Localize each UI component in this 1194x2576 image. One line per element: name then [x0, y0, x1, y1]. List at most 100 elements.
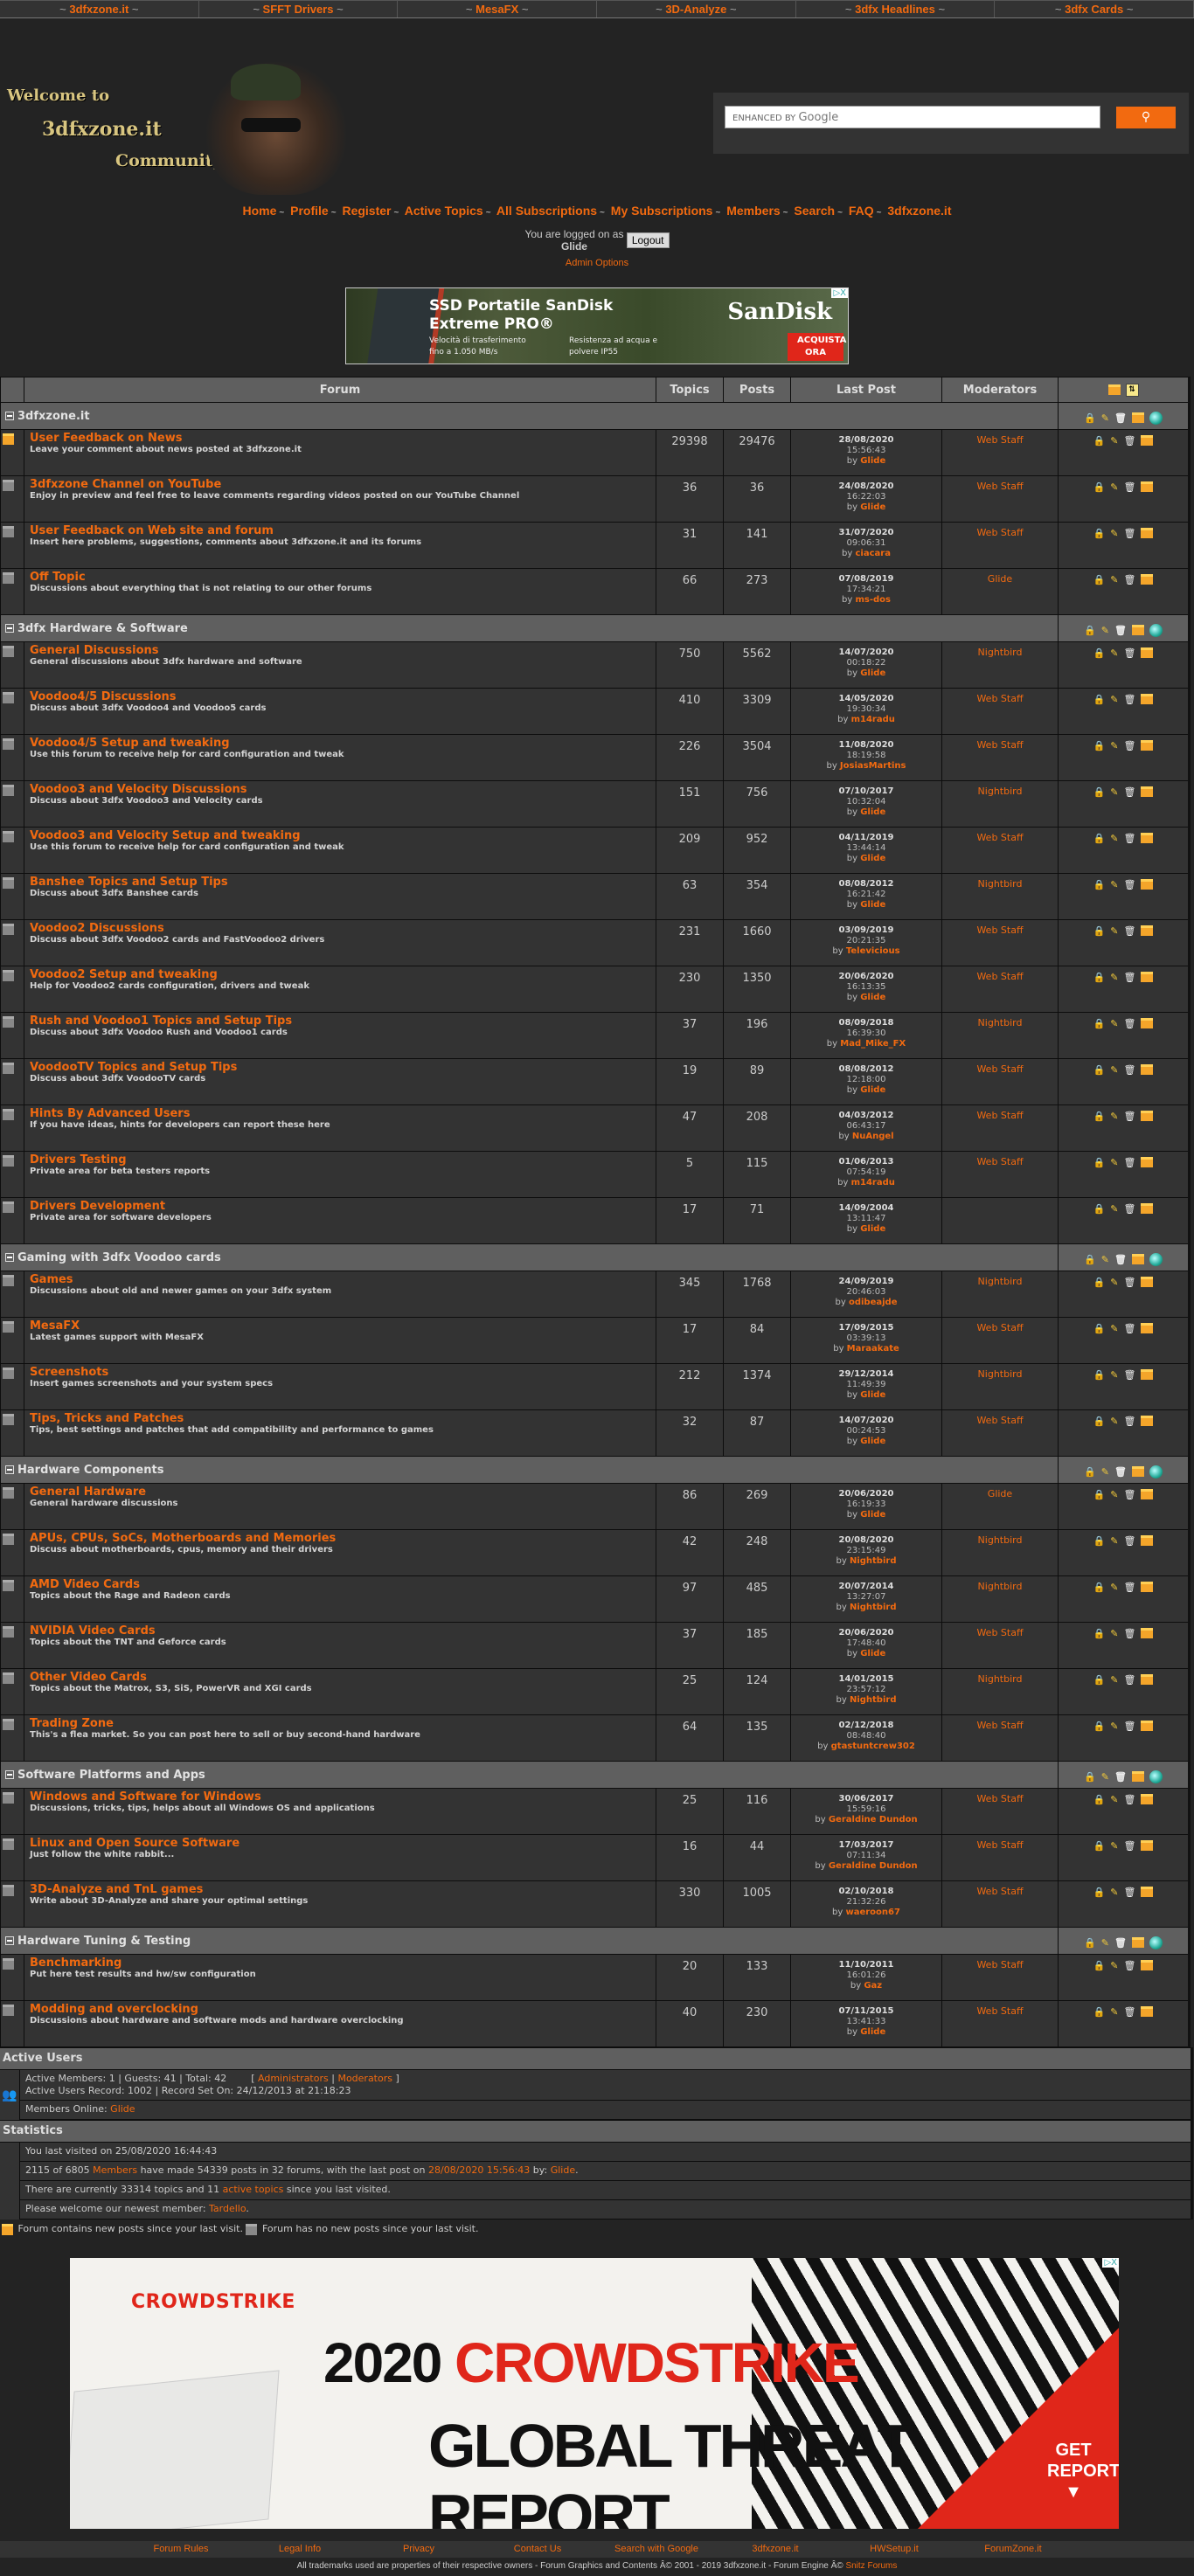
- last-post-author[interactable]: odibeajde: [849, 1298, 898, 1307]
- edit-icon[interactable]: ✎: [1110, 1369, 1118, 1381]
- forum-title-link[interactable]: Modding and overclocking: [30, 2003, 650, 2016]
- top-nav-item[interactable]: ~ 3dfx Cards ~: [995, 1, 1194, 17]
- top-nav-item[interactable]: ~ 3D-Analyze ~: [597, 1, 796, 17]
- category-link[interactable]: 3dfx Hardware & Software: [17, 622, 188, 635]
- lock-icon[interactable]: 🔒: [1093, 786, 1106, 798]
- footer-link[interactable]: Privacy: [359, 2541, 478, 2558]
- last-post-author[interactable]: Nightbird: [850, 1603, 897, 1612]
- delete-icon[interactable]: 🗑: [1123, 1721, 1135, 1732]
- delete-icon[interactable]: 🗑: [1123, 833, 1135, 844]
- new-folder-icon[interactable]: [1141, 1628, 1154, 1638]
- collapse-icon[interactable]: [5, 412, 14, 420]
- edit-icon[interactable]: ✎: [1110, 879, 1118, 890]
- forum-title-link[interactable]: Voodoo3 and Velocity Setup and tweaking: [30, 829, 650, 842]
- globe-icon[interactable]: [1149, 1769, 1163, 1783]
- forum-title-link[interactable]: Screenshots: [30, 1366, 650, 1379]
- new-folder-icon[interactable]: [1141, 1674, 1154, 1685]
- edit-icon[interactable]: ✎: [1110, 528, 1118, 539]
- top-nav-item[interactable]: ~ 3dfx Headlines ~: [796, 1, 996, 17]
- edit-icon[interactable]: ✎: [1110, 1157, 1118, 1168]
- forum-title-link[interactable]: Drivers Development: [30, 1200, 650, 1213]
- last-post-author[interactable]: Geraldine Dundon: [829, 1815, 918, 1825]
- last-post-author[interactable]: Glide: [860, 1510, 885, 1520]
- delete-icon[interactable]: 🗑: [1123, 481, 1135, 493]
- lock-icon[interactable]: 🔒: [1093, 1721, 1106, 1732]
- delete-icon[interactable]: 🗑: [1123, 1794, 1135, 1805]
- top-nav-item[interactable]: ~ SFFT Drivers ~: [199, 1, 399, 17]
- delete-icon[interactable]: 🗑: [1123, 1628, 1135, 1639]
- new-folder-icon[interactable]: [1141, 1111, 1154, 1121]
- edit-icon[interactable]: ✎: [1110, 1489, 1118, 1500]
- moderator-link[interactable]: Web Staff: [976, 1627, 1023, 1638]
- moderator-link[interactable]: Web Staff: [976, 924, 1023, 936]
- new-folder-icon[interactable]: [1141, 528, 1154, 538]
- globe-icon[interactable]: [1149, 1252, 1163, 1266]
- edit-icon[interactable]: ✎: [1110, 1111, 1118, 1122]
- edit-icon[interactable]: ✎: [1110, 786, 1118, 798]
- globe-icon[interactable]: [1149, 1465, 1163, 1478]
- delete-icon[interactable]: 🗑: [1123, 647, 1135, 659]
- delete-icon[interactable]: 🗑: [1123, 1369, 1135, 1381]
- last-post-author[interactable]: Glide: [860, 807, 885, 817]
- forum-title-link[interactable]: MesaFX: [30, 1319, 650, 1333]
- moderator-link[interactable]: Nightbird: [978, 1581, 1023, 1592]
- moderator-link[interactable]: Web Staff: [976, 2005, 1023, 2017]
- last-post-author[interactable]: Glide: [860, 2027, 885, 2037]
- moderator-link[interactable]: Nightbird: [978, 1534, 1023, 1546]
- last-post-author[interactable]: Glide: [860, 854, 885, 863]
- edit-icon[interactable]: ✎: [1101, 625, 1109, 636]
- forum-title-link[interactable]: Games: [30, 1273, 650, 1286]
- edit-icon[interactable]: ✎: [1110, 925, 1118, 937]
- nav-3dfxzone[interactable]: 3dfxzone.it: [887, 204, 951, 218]
- edit-icon[interactable]: ✎: [1101, 1254, 1109, 1265]
- delete-icon[interactable]: 🗑: [1114, 1254, 1127, 1265]
- edit-icon[interactable]: ✎: [1110, 1203, 1118, 1215]
- sort-icon[interactable]: ⇅: [1125, 383, 1139, 397]
- new-folder-icon[interactable]: [1141, 879, 1154, 890]
- forum-title-link[interactable]: User Feedback on Web site and forum: [30, 524, 650, 537]
- edit-icon[interactable]: ✎: [1101, 1466, 1109, 1478]
- moderator-link[interactable]: Nightbird: [978, 1673, 1023, 1685]
- delete-icon[interactable]: 🗑: [1123, 879, 1135, 890]
- lock-icon[interactable]: 🔒: [1093, 1489, 1106, 1500]
- forum-title-link[interactable]: Voodoo2 Discussions: [30, 922, 650, 935]
- new-folder-icon[interactable]: [1141, 1960, 1154, 1970]
- delete-icon[interactable]: 🗑: [1123, 1582, 1135, 1593]
- edit-icon[interactable]: ✎: [1110, 1277, 1118, 1288]
- top-nav-link[interactable]: 3D-Analyze: [665, 3, 726, 16]
- last-post-author[interactable]: gtastuntcrew302: [831, 1742, 915, 1751]
- lock-icon[interactable]: 🔒: [1093, 481, 1106, 493]
- moderator-link[interactable]: Web Staff: [976, 1063, 1023, 1075]
- moderator-link[interactable]: Web Staff: [976, 434, 1023, 446]
- footer-link[interactable]: HWSetup.it: [835, 2541, 954, 2558]
- moderator-link[interactable]: Glide: [988, 1488, 1012, 1499]
- nav-register[interactable]: Register: [342, 204, 391, 218]
- category-link[interactable]: Hardware Tuning & Testing: [17, 1935, 191, 1948]
- forum-title-link[interactable]: VoodooTV Topics and Setup Tips: [30, 1061, 650, 1074]
- edit-icon[interactable]: ✎: [1110, 1064, 1118, 1076]
- administrators-link[interactable]: Administrators: [258, 2073, 329, 2084]
- collapse-icon[interactable]: [5, 624, 14, 633]
- delete-icon[interactable]: 🗑: [1123, 1323, 1135, 1334]
- lock-icon[interactable]: 🔒: [1093, 694, 1106, 705]
- new-folder-icon[interactable]: [1141, 435, 1154, 446]
- delete-icon[interactable]: 🗑: [1114, 1937, 1127, 1949]
- ad-cta-button[interactable]: ACQUISTA ORA: [788, 333, 846, 361]
- lock-icon[interactable]: 🔒: [1084, 1771, 1096, 1783]
- top-nav-item[interactable]: ~ MesaFX ~: [398, 1, 598, 17]
- collapse-icon[interactable]: [5, 1253, 14, 1262]
- new-folder-icon[interactable]: [1141, 1416, 1154, 1426]
- delete-icon[interactable]: 🗑: [1123, 1960, 1135, 1971]
- top-nav-link[interactable]: 3dfx Headlines: [855, 3, 935, 16]
- new-folder-icon[interactable]: [1131, 412, 1144, 423]
- lock-icon[interactable]: 🔒: [1093, 1111, 1106, 1122]
- lock-icon[interactable]: 🔒: [1084, 1254, 1096, 1265]
- edit-icon[interactable]: ✎: [1101, 412, 1109, 424]
- forum-title-link[interactable]: Off Topic: [30, 571, 650, 584]
- online-member-link[interactable]: Glide: [110, 2103, 135, 2115]
- edit-icon[interactable]: ✎: [1110, 1416, 1118, 1427]
- last-post-author[interactable]: m14radu: [851, 1178, 895, 1188]
- delete-icon[interactable]: 🗑: [1123, 1887, 1135, 1898]
- lock-icon[interactable]: 🔒: [1084, 412, 1096, 424]
- forum-title-link[interactable]: APUs, CPUs, SoCs, Motherboards and Memor…: [30, 1532, 650, 1545]
